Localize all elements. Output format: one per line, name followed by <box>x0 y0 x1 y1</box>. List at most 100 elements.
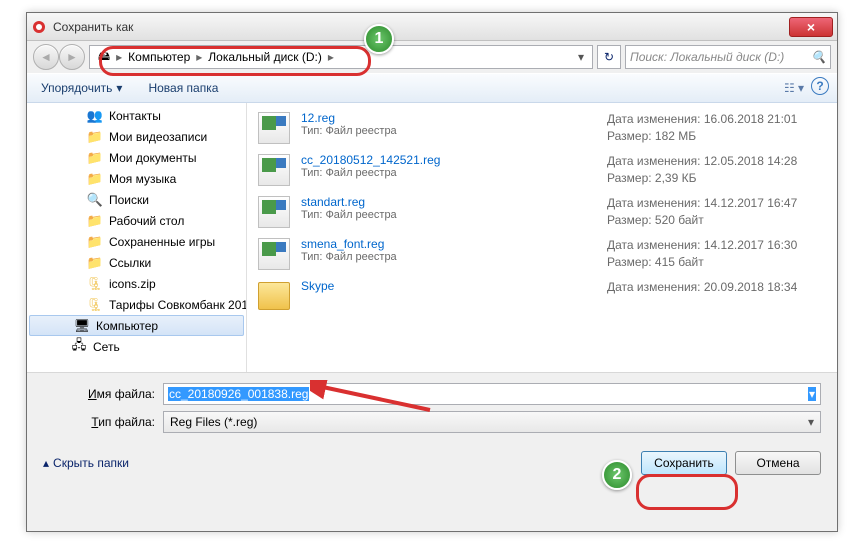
chevron-up-icon: ▴ <box>43 456 49 470</box>
file-item[interactable]: Skype Дата изменения: 20.09.2018 18:34 <box>255 275 829 317</box>
file-item[interactable]: standart.regТип: Файл реестраДата измене… <box>255 191 829 233</box>
tree-network[interactable]: 🖧 Сеть <box>27 336 246 357</box>
folder-icon: 🗜 <box>87 297 103 313</box>
reg-file-icon <box>258 196 290 228</box>
breadcrumb-drive[interactable]: Локальный диск (D:) <box>204 46 326 68</box>
chevron-right-icon: ▸ <box>114 50 124 64</box>
tree-item-label: Рабочий стол <box>109 214 184 228</box>
help-button[interactable]: ? <box>811 77 829 95</box>
reg-file-icon <box>258 238 290 270</box>
tree-item[interactable]: 📁 Сохраненные игры <box>27 231 246 252</box>
chevron-down-icon: ▾ <box>116 81 122 95</box>
nav-buttons: ◄ ► <box>33 44 85 70</box>
network-icon: 🖧 <box>71 339 87 355</box>
folder-icon: 🔍 <box>87 192 103 208</box>
tree-item-label: Мои видеозаписи <box>109 130 207 144</box>
file-type: Тип: Файл реестра <box>301 209 597 221</box>
tree-computer[interactable]: 🖥 Компьютер <box>29 315 244 336</box>
address-dropdown[interactable]: ▾ <box>574 50 588 64</box>
chevron-right-icon: ▸ <box>194 50 204 64</box>
chevron-right-icon: ▸ <box>326 50 336 64</box>
file-size: Размер: 182 МБ <box>607 128 827 145</box>
tree-item-label: Контакты <box>109 109 161 123</box>
file-date: Дата изменения: 16.06.2018 21:01 <box>607 111 827 128</box>
file-date: Дата изменения: 14.12.2017 16:30 <box>607 237 827 254</box>
tree-item[interactable]: 📁 Мои видеозаписи <box>27 126 246 147</box>
close-button[interactable]: × <box>789 17 833 37</box>
address-bar[interactable]: 🖴 ▸ Компьютер ▸ Локальный диск (D:) ▸ ▾ <box>89 45 593 69</box>
tree-item-label: Поиски <box>109 193 149 207</box>
file-item[interactable]: 12.regТип: Файл реестраДата изменения: 1… <box>255 107 829 149</box>
folder-icon: 📁 <box>87 171 103 187</box>
tree-item[interactable]: 📁 Ссылки <box>27 252 246 273</box>
window-title: Сохранить как <box>53 20 789 34</box>
hide-folders-link[interactable]: ▴Скрыть папки <box>43 456 129 470</box>
file-date: Дата изменения: 12.05.2018 14:28 <box>607 153 827 170</box>
arrow-annotation <box>310 380 440 420</box>
tree-item[interactable]: 📁 Моя музыка <box>27 168 246 189</box>
tree-item-label: Ссылки <box>109 256 151 270</box>
file-size: Размер: 415 байт <box>607 254 827 271</box>
file-date: Дата изменения: 20.09.2018 18:34 <box>607 279 827 296</box>
tree-item[interactable]: 🔍 Поиски <box>27 189 246 210</box>
forward-button[interactable]: ► <box>59 44 85 70</box>
back-button[interactable]: ◄ <box>33 44 59 70</box>
tree-item-label: Тарифы Совкомбанк 2018. <box>109 298 247 312</box>
tree-item[interactable]: 🗜icons.zip <box>27 273 246 294</box>
file-type: Тип: Файл реестра <box>301 251 597 263</box>
breadcrumb-computer[interactable]: Компьютер <box>124 46 194 68</box>
folder-icon: 📁 <box>87 255 103 271</box>
toolbar: Упорядочить ▾ Новая папка ☷ ▾ ? <box>27 73 837 103</box>
tree-view[interactable]: 👥Контакты📁Мои видеозаписи📁Мои документы📁… <box>27 103 247 372</box>
file-item[interactable]: smena_font.regТип: Файл реестра Дата изме… <box>255 233 829 275</box>
search-input[interactable]: Поиск: Локальный диск (D:) 🔍 <box>625 45 831 69</box>
file-type: Тип: Файл реестра <box>301 167 597 179</box>
folder-icon: 📁 <box>87 129 103 145</box>
file-list[interactable]: 12.reg Тип: Файл реестра Дата изменения: 1… <box>247 103 837 372</box>
marker-2: 2 <box>602 460 632 490</box>
file-item[interactable]: cc_20180512_142521.regТип: Файл реестраД… <box>255 149 829 191</box>
folder-icon: 📁 <box>87 150 103 166</box>
tree-item[interactable]: 📁 Мои документы <box>27 147 246 168</box>
folder-icon: 📁 <box>87 234 103 250</box>
file-name: smena_font.reg <box>301 237 597 251</box>
folder-icon: 👥 <box>87 108 103 124</box>
search-icon: 🔍 <box>811 50 826 64</box>
chevron-down-icon[interactable]: ▾ <box>808 415 814 429</box>
file-size: Размер: 520 байт <box>607 212 827 229</box>
file-name: Skype <box>301 279 597 293</box>
tree-item[interactable]: 🗜 Тарифы Совкомбанк 2018. <box>27 294 246 315</box>
tree-item[interactable]: 📁Рабочий стол <box>27 210 246 231</box>
tree-item[interactable]: 👥 Контакты <box>27 105 246 126</box>
content-area: 👥Контакты📁Мои видеозаписи📁Мои документы📁… <box>27 103 837 373</box>
refresh-button[interactable]: ↻ <box>597 45 621 69</box>
file-size: Размер: 2,39 КБ <box>607 170 827 187</box>
filetype-label: Тип файла: <box>43 415 163 429</box>
chevron-down-icon[interactable]: ▾ <box>808 387 816 401</box>
footer: ▴Скрыть папки Сохранить Отмена <box>27 443 837 489</box>
app-icon <box>31 19 47 35</box>
file-date: Дата изменения: 14.12.2017 16:47 <box>607 195 827 212</box>
cancel-button[interactable]: Отмена <box>735 451 821 475</box>
navbar: ◄ ► 🖴 ▸ Компьютер ▸ Локальный диск (D:) … <box>27 41 837 73</box>
filename-label: Имя файла: <box>43 387 163 401</box>
tree-item-label: Компьютер <box>96 319 158 333</box>
file-name: 12.reg <box>301 111 597 125</box>
tree-item-label: icons.zip <box>109 277 156 291</box>
organize-button[interactable]: Упорядочить ▾ <box>35 77 128 99</box>
new-folder-button[interactable]: Новая папка <box>142 77 224 99</box>
filetype-combo[interactable]: Reg Files (*.reg)▾ <box>163 411 821 433</box>
reg-file-icon <box>258 154 290 186</box>
tree-item-label: Мои документы <box>109 151 196 165</box>
computer-icon: 🖥 <box>74 318 90 334</box>
tree-item-label: Сохраненные игры <box>109 235 215 249</box>
drive-icon: 🖴 <box>94 46 114 68</box>
search-placeholder: Поиск: Локальный диск (D:) <box>630 50 784 64</box>
filename-input[interactable]: cc_20180926_001838.reg▾ <box>163 383 821 405</box>
tree-item-label: Моя музыка <box>109 172 176 186</box>
tree-item-label: Сеть <box>93 340 120 354</box>
save-button[interactable]: Сохранить <box>641 451 727 475</box>
marker-1: 1 <box>364 24 394 54</box>
reg-file-icon <box>258 112 290 144</box>
view-button[interactable]: ☷ ▾ <box>783 77 805 99</box>
